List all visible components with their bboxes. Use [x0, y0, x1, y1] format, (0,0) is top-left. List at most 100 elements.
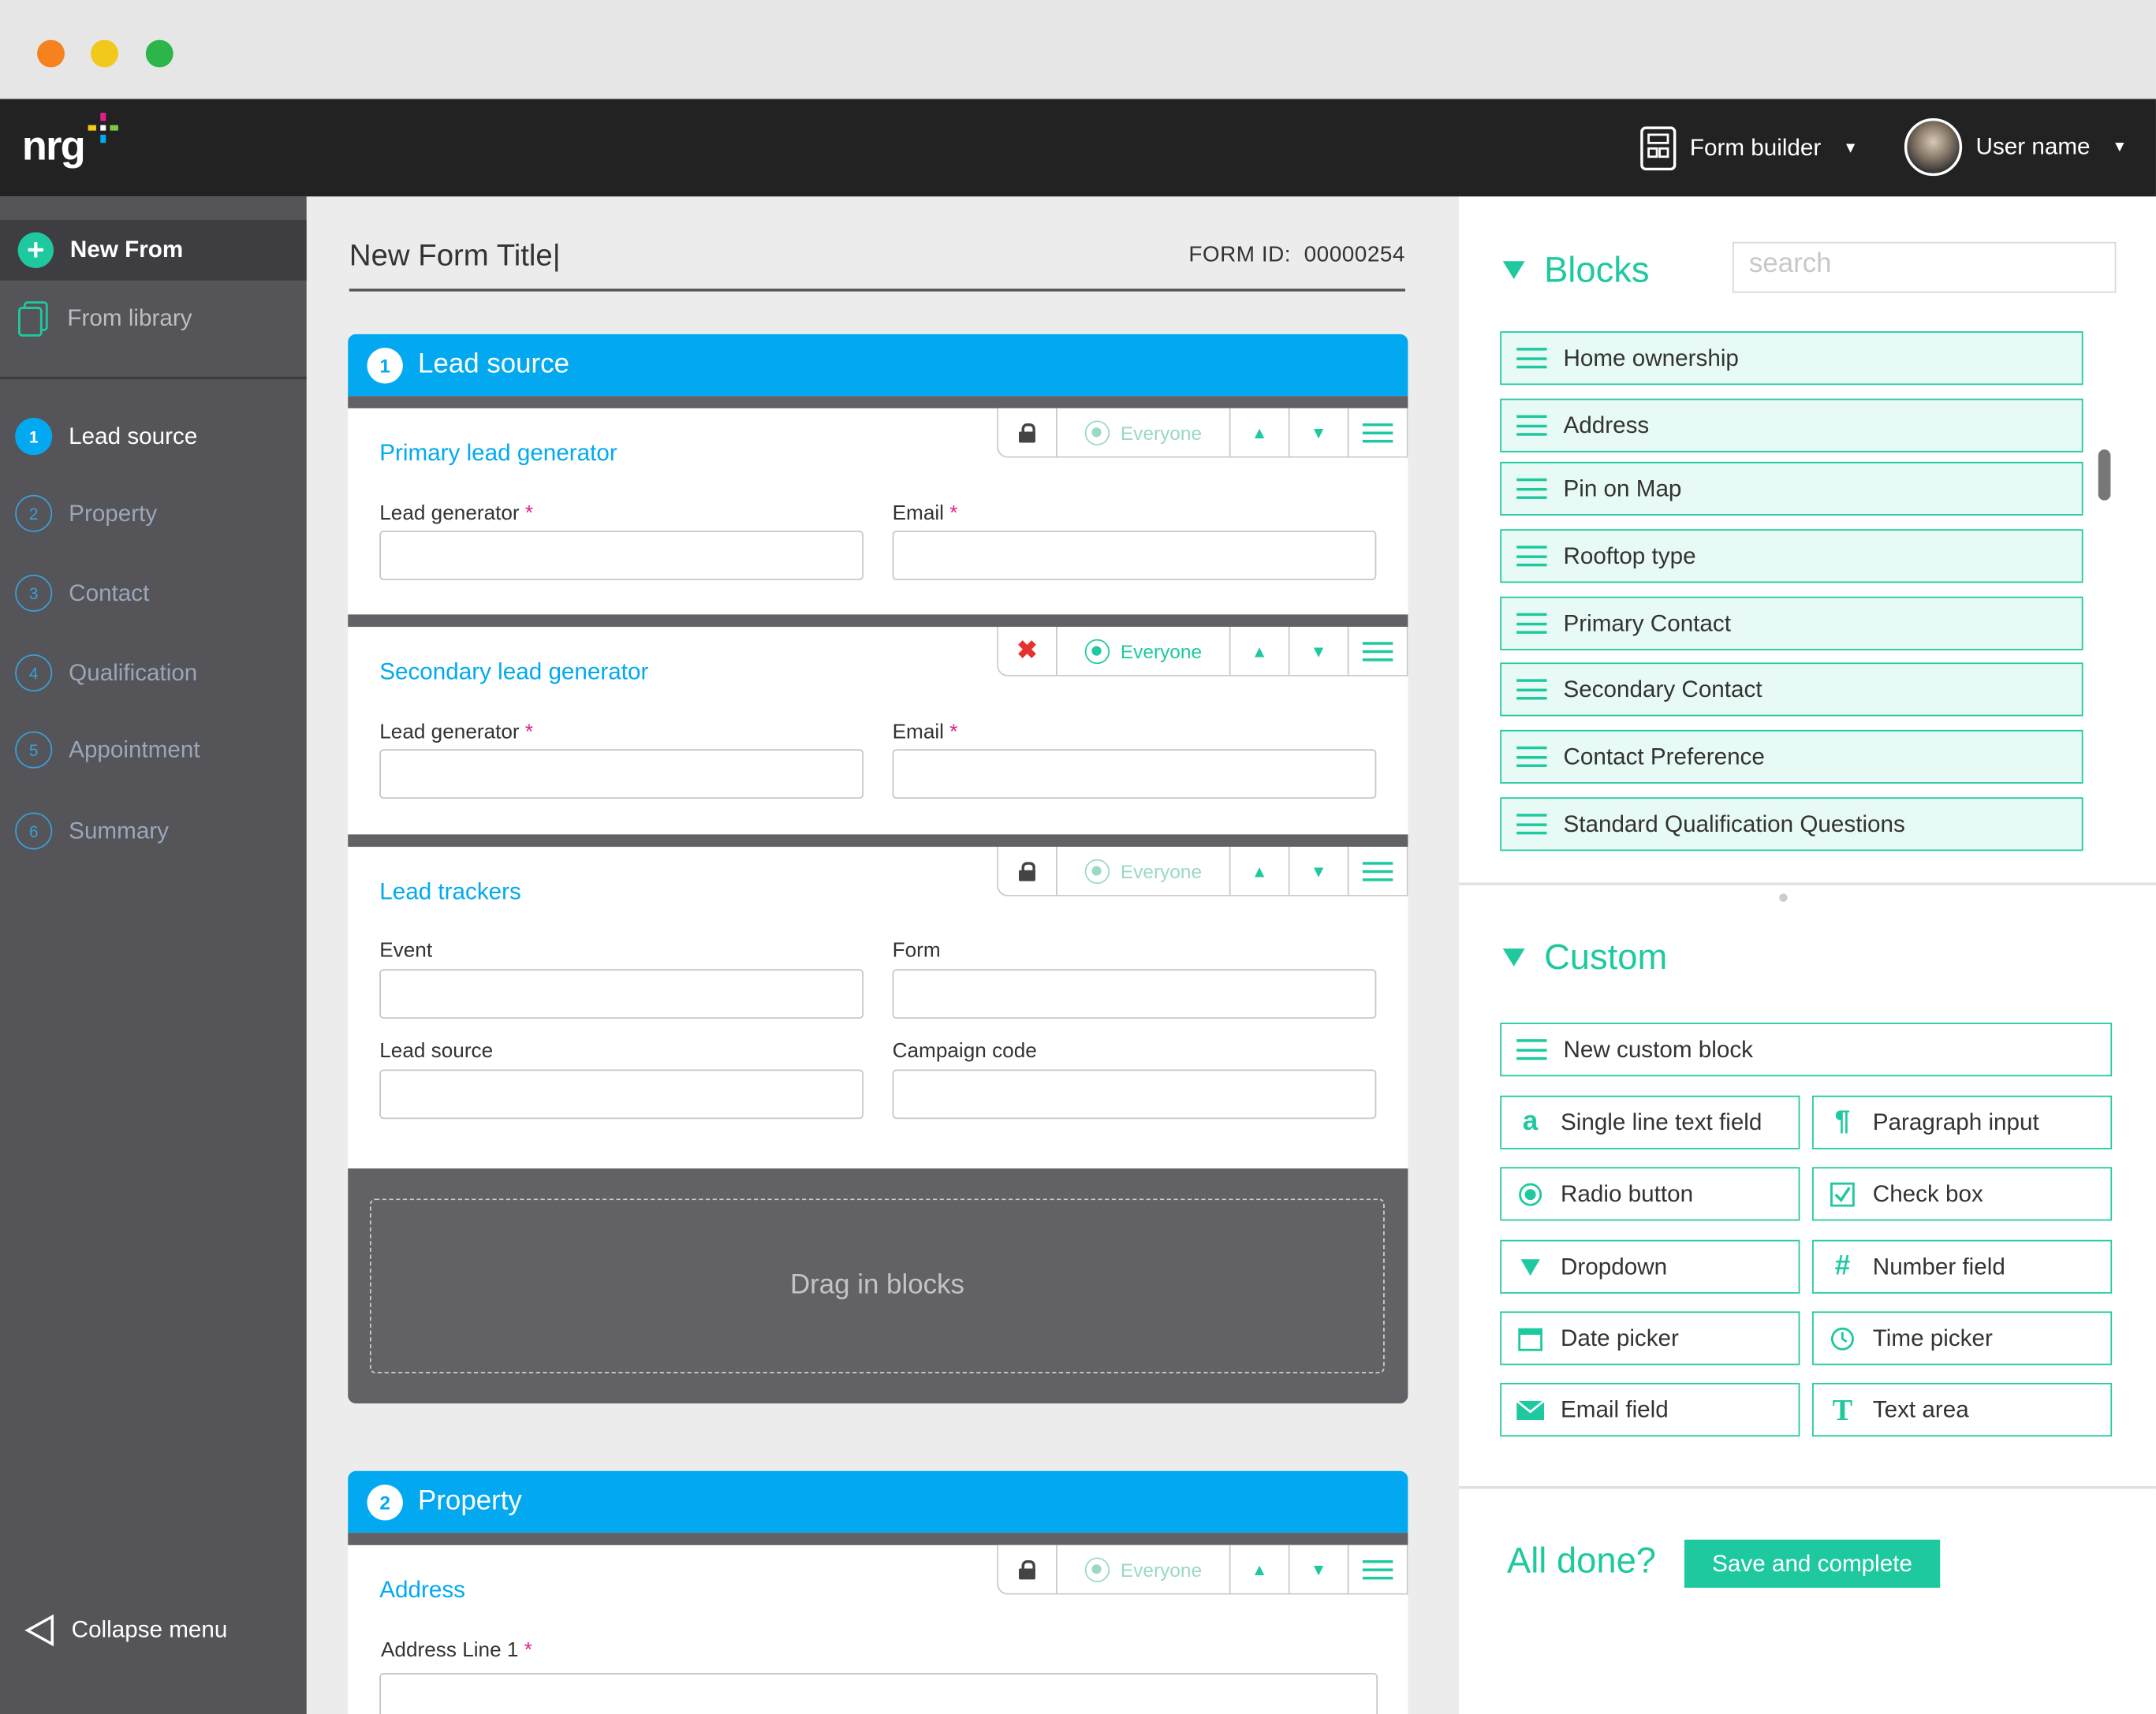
minimize-window-button[interactable] [91, 39, 118, 68]
field-label: Address Line 1 * [380, 1638, 532, 1663]
block-item[interactable]: Address [1500, 398, 2083, 453]
close-window-button[interactable] [37, 39, 65, 68]
step-label: Lead source [69, 423, 198, 449]
move-down-button[interactable]: ▼ [1288, 627, 1348, 676]
lock-button[interactable] [998, 408, 1056, 456]
hamburger-icon [1516, 746, 1547, 767]
collapse-menu-label: Collapse menu [71, 1616, 228, 1643]
lead-generator-input[interactable] [379, 531, 864, 580]
blocks-header[interactable]: Blocks [1502, 249, 1650, 292]
visibility-button[interactable]: Everyone [1056, 408, 1229, 456]
visibility-button[interactable]: Everyone [1056, 1544, 1229, 1593]
block-menu-button[interactable] [1347, 408, 1407, 456]
event-input[interactable] [379, 969, 864, 1019]
visibility-label: Everyone [1120, 1558, 1203, 1581]
move-down-button[interactable]: ▼ [1288, 408, 1348, 456]
sidebar-step-property[interactable]: 2 Property [15, 494, 157, 532]
radio-icon [1516, 1182, 1544, 1206]
nrg-logo[interactable]: nrg [22, 124, 86, 170]
campaign-code-input[interactable] [892, 1069, 1377, 1120]
eye-icon [1084, 419, 1110, 445]
custom-paragraph-input[interactable]: ¶ Paragraph input [1812, 1095, 2113, 1149]
block-secondary-lead-generator: Secondary lead generator ✖ Everyone ▲ ▼ … [348, 614, 1408, 835]
triangle-down-icon [1502, 948, 1525, 967]
new-from-button[interactable]: + New From [0, 219, 307, 281]
arrow-down-icon: ▼ [1310, 423, 1327, 442]
block-item[interactable]: Secondary Contact [1500, 662, 2083, 717]
visibility-button[interactable]: Everyone [1056, 627, 1229, 676]
delete-button[interactable]: ✖ [998, 627, 1056, 675]
hamburger-icon [1516, 1039, 1547, 1060]
sidebar-step-appointment[interactable]: 5 Appointment [15, 731, 200, 769]
hamburger-icon [1362, 423, 1393, 442]
block-menu-button[interactable] [1347, 627, 1407, 676]
custom-date-picker[interactable]: Date picker [1500, 1311, 1800, 1366]
custom-dropdown[interactable]: Dropdown [1500, 1239, 1800, 1294]
visibility-label: Everyone [1120, 421, 1203, 444]
step-label: Qualification [69, 659, 198, 686]
lock-button[interactable] [998, 847, 1056, 895]
move-down-button[interactable]: ▼ [1288, 1544, 1348, 1593]
block-item[interactable]: Home ownership [1500, 331, 2083, 386]
form-input[interactable] [892, 969, 1377, 1019]
block-menu-button[interactable] [1347, 847, 1407, 896]
custom-number-field[interactable]: # Number field [1812, 1239, 2113, 1294]
section-header[interactable]: 2 Property [348, 1470, 1408, 1533]
visibility-button[interactable]: Everyone [1056, 847, 1229, 896]
custom-single-line-text[interactable]: a Single line text field [1500, 1095, 1800, 1149]
save-and-complete-button[interactable]: Save and complete [1684, 1539, 1941, 1588]
visibility-label: Everyone [1120, 859, 1203, 882]
block-item-label: Address [1563, 412, 1650, 438]
drop-zone[interactable]: Drag in blocks [348, 1168, 1408, 1404]
lead-source-input[interactable] [379, 1069, 864, 1120]
resize-handle[interactable] [1779, 893, 1788, 902]
sidebar-step-lead-source[interactable]: 1 Lead source [15, 418, 198, 456]
collapse-menu-button[interactable]: Collapse menu [24, 1614, 227, 1647]
window-titlebar [0, 0, 2156, 99]
user-menu[interactable]: User name ▼ [1904, 117, 2127, 177]
lock-icon [1019, 861, 1035, 881]
form-title-input[interactable]: New Form Title| [349, 238, 561, 274]
all-done-label: All done? [1506, 1539, 1657, 1582]
custom-text-area[interactable]: T Text area [1812, 1383, 2113, 1437]
from-library-button[interactable]: From library [18, 301, 192, 337]
email-input[interactable] [892, 531, 1377, 580]
lock-button[interactable] [998, 1545, 1056, 1593]
address-line-1-input[interactable] [379, 1672, 1378, 1714]
custom-email-field[interactable]: Email field [1500, 1383, 1800, 1437]
sidebar-step-qualification[interactable]: 4 Qualification [15, 654, 198, 692]
search-input[interactable]: search [1732, 241, 2117, 293]
custom-header[interactable]: Custom [1502, 936, 1667, 978]
custom-item-label: Dropdown [1560, 1253, 1668, 1280]
move-down-button[interactable]: ▼ [1288, 847, 1348, 896]
move-up-button[interactable]: ▲ [1229, 1544, 1289, 1593]
blocks-scrollbar[interactable] [2098, 449, 2111, 501]
step-number: 1 [15, 418, 53, 456]
app-window: nrg Form builder ▼ User name ▼ + New Fro… [0, 0, 2156, 1714]
move-up-button[interactable]: ▲ [1229, 627, 1289, 676]
custom-time-picker[interactable]: Time picker [1812, 1311, 2113, 1366]
sidebar-step-summary[interactable]: 6 Summary [15, 812, 169, 850]
new-custom-block[interactable]: New custom block [1500, 1023, 2113, 1077]
sidebar-step-contact[interactable]: 3 Contact [15, 574, 149, 612]
block-item-label: Contact Preference [1563, 743, 1765, 769]
block-item[interactable]: Rooftop type [1500, 529, 2083, 583]
form-builder-menu[interactable]: Form builder ▼ [1640, 126, 1858, 171]
lead-generator-input[interactable] [379, 749, 864, 799]
lock-icon [1019, 423, 1035, 442]
block-item[interactable]: Primary Contact [1500, 596, 2083, 650]
block-item[interactable]: Contact Preference [1500, 729, 2083, 784]
maximize-window-button[interactable] [145, 39, 173, 68]
logo-plus-icon [88, 112, 118, 143]
move-up-button[interactable]: ▲ [1229, 847, 1289, 896]
email-input[interactable] [892, 749, 1377, 799]
step-number: 5 [15, 731, 53, 769]
block-title: Secondary lead generator [379, 658, 649, 685]
block-item[interactable]: Pin on Map [1500, 461, 2083, 516]
custom-check-box[interactable]: Check box [1812, 1167, 2113, 1221]
block-menu-button[interactable] [1347, 1544, 1407, 1593]
section-header[interactable]: 1 Lead source [348, 333, 1408, 397]
block-item[interactable]: Standard Qualification Questions [1500, 797, 2083, 851]
move-up-button[interactable]: ▲ [1229, 408, 1289, 456]
custom-radio-button[interactable]: Radio button [1500, 1167, 1800, 1221]
